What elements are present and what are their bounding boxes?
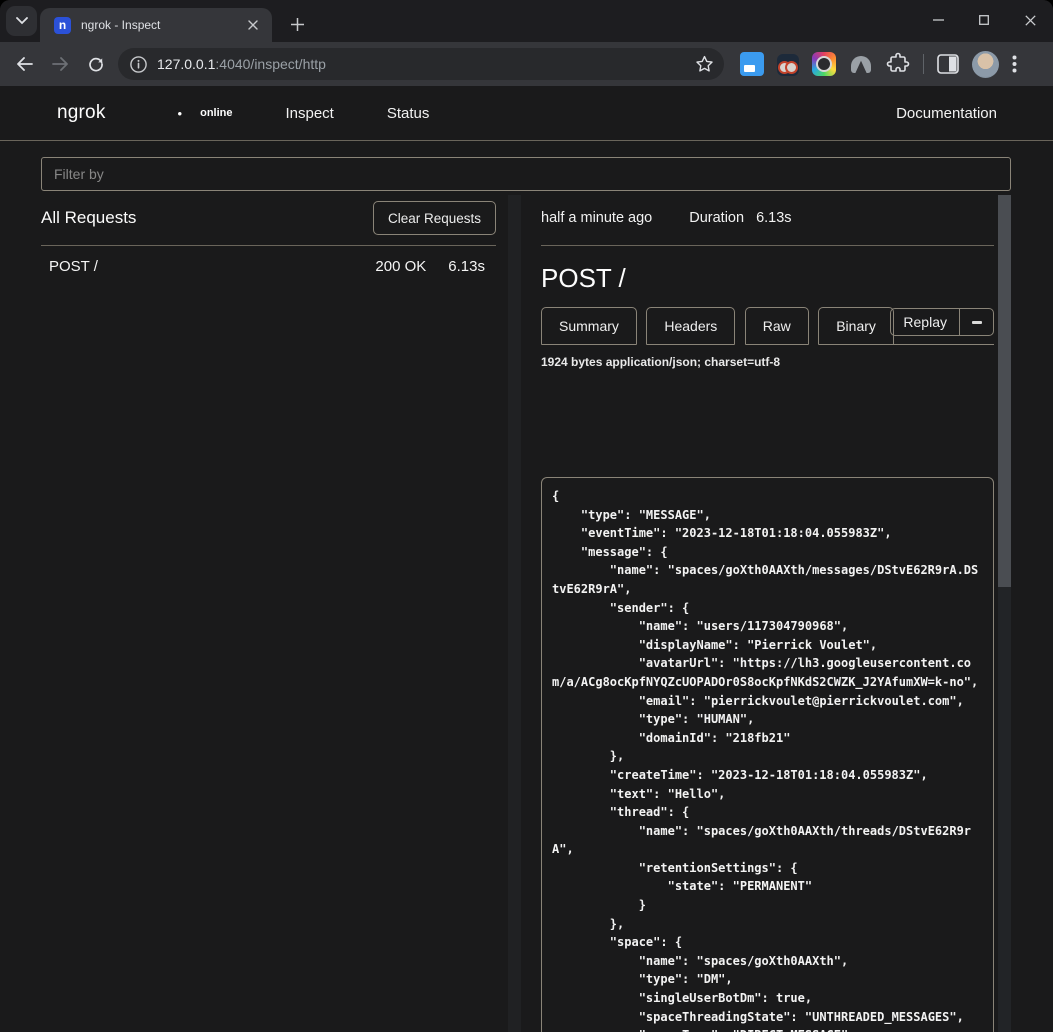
tab-title: ngrok - Inspect: [81, 18, 244, 32]
toolbar-separator: [923, 54, 924, 74]
side-panel-icon[interactable]: [937, 54, 959, 74]
request-list-scrollbar[interactable]: [508, 195, 521, 1032]
duration-value: 6.13s: [756, 210, 791, 226]
request-list-header: All Requests Clear Requests: [41, 198, 496, 238]
url-path: :4040/inspect/http: [215, 56, 326, 72]
extensions-puzzle-icon[interactable]: [886, 52, 910, 76]
request-body-json: { "type": "MESSAGE", "eventTime": "2023-…: [552, 487, 983, 1032]
plus-icon: [291, 18, 304, 31]
forward-button[interactable]: [44, 48, 76, 80]
detail-scrollbar-thumb[interactable]: [998, 195, 1011, 587]
back-arrow-icon: [16, 57, 33, 71]
request-detail-panel: half a minute ago Duration 6.13s POST / …: [541, 198, 994, 369]
request-detail-meta: half a minute ago Duration 6.13s: [541, 198, 994, 238]
detail-scrollbar[interactable]: [998, 195, 1011, 1032]
close-icon: [1025, 15, 1036, 26]
duration-label: Duration: [689, 210, 744, 226]
detail-divider: [541, 245, 994, 246]
extensions-row: [740, 51, 1017, 78]
kebab-menu-icon[interactable]: [1012, 55, 1017, 73]
ngrok-favicon-icon: n: [54, 17, 71, 34]
window-controls: [915, 0, 1053, 40]
goggles-extension-icon[interactable]: [777, 54, 799, 76]
request-method-path: POST /: [49, 258, 375, 275]
reload-button[interactable]: [80, 48, 112, 80]
minimize-icon: [933, 19, 944, 21]
tab-close-button[interactable]: [244, 16, 262, 34]
browser-titlebar: n ngrok - Inspect: [0, 0, 1053, 42]
ngrok-logo[interactable]: ngrok: [57, 102, 106, 124]
new-tab-button[interactable]: [283, 10, 311, 38]
request-list: POST / 200 OK 6.13s: [41, 245, 496, 286]
tab-binary[interactable]: Binary: [818, 307, 894, 345]
camera-lens-extension-icon[interactable]: [812, 52, 836, 76]
reload-icon: [88, 56, 104, 72]
request-body-panel: { "type": "MESSAGE", "eventTime": "2023-…: [541, 477, 994, 1032]
clear-requests-button[interactable]: Clear Requests: [373, 201, 496, 235]
bookmark-star-icon[interactable]: [695, 55, 714, 73]
url-text[interactable]: 127.0.0.1:4040/inspect/http: [157, 56, 695, 72]
url-host: 127.0.0.1: [157, 56, 215, 72]
request-row[interactable]: POST / 200 OK 6.13s: [41, 246, 496, 286]
ngrok-header: ngrok • online Inspect Status Documentat…: [0, 86, 1053, 141]
replay-dropdown-button[interactable]: [959, 308, 994, 336]
browser-toolbar: 127.0.0.1:4040/inspect/http: [0, 42, 1053, 86]
tab-raw[interactable]: Raw: [745, 307, 809, 345]
tunnel-status-badge: online: [200, 107, 232, 119]
site-info-icon[interactable]: [130, 56, 147, 73]
replay-dropdown-icon: [972, 321, 982, 324]
request-title: POST /: [541, 263, 994, 294]
address-bar[interactable]: 127.0.0.1:4040/inspect/http: [118, 48, 724, 80]
request-duration: 6.13s: [448, 258, 485, 275]
arc-extension-icon[interactable]: [849, 52, 873, 76]
tab-summary[interactable]: Summary: [541, 307, 637, 345]
maximize-icon: [979, 15, 989, 25]
ngrok-inspect-page: ngrok • online Inspect Status Documentat…: [0, 86, 1053, 1032]
request-status: 200 OK: [375, 258, 426, 275]
detail-tabs: Summary Headers Raw Binary Replay: [541, 307, 994, 345]
all-requests-title: All Requests: [41, 208, 136, 228]
windows-extension-icon[interactable]: [740, 52, 764, 76]
replay-split-button: Replay: [890, 308, 994, 336]
status-dot-icon: •: [178, 106, 183, 121]
browser-tab[interactable]: n ngrok - Inspect: [40, 8, 272, 42]
chevron-down-icon: [16, 17, 28, 25]
nav-status[interactable]: Status: [387, 105, 430, 122]
documentation-link[interactable]: Documentation: [896, 105, 997, 122]
forward-arrow-icon: [52, 57, 69, 71]
replay-button[interactable]: Replay: [890, 308, 959, 336]
tab-headers[interactable]: Headers: [646, 307, 735, 345]
browser-window: n ngrok - Inspect: [0, 0, 1053, 1032]
content-meta: 1924 bytes application/json; charset=utf…: [541, 355, 994, 369]
tab-search-button[interactable]: [6, 6, 37, 36]
back-button[interactable]: [8, 48, 40, 80]
maximize-button[interactable]: [961, 0, 1007, 40]
close-window-button[interactable]: [1007, 0, 1053, 40]
close-icon: [248, 20, 258, 30]
nav-inspect[interactable]: Inspect: [285, 105, 333, 122]
minimize-button[interactable]: [915, 0, 961, 40]
profile-avatar[interactable]: [972, 51, 999, 78]
request-list-panel: All Requests Clear Requests POST / 200 O…: [41, 198, 496, 286]
request-time-ago: half a minute ago: [541, 210, 652, 226]
filter-input[interactable]: [41, 157, 1011, 191]
